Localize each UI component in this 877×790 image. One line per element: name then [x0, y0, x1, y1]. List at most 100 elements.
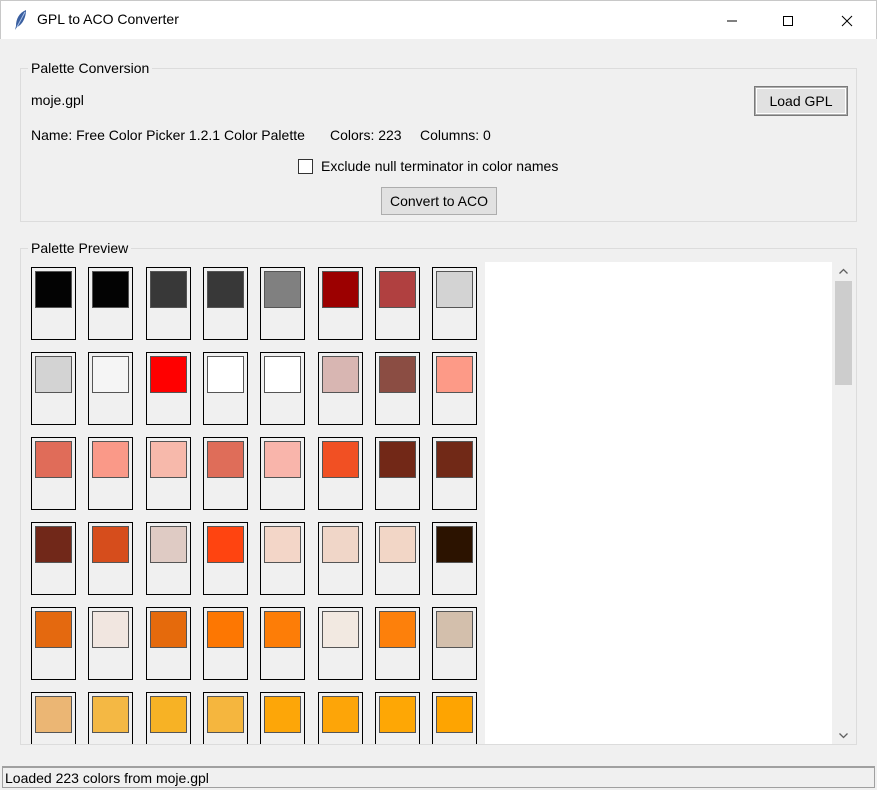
color-swatch — [378, 611, 416, 648]
color-swatch-cell[interactable] — [432, 692, 478, 744]
color-swatch-cell[interactable] — [145, 267, 191, 340]
status-bar: Loaded 223 colors from moje.gpl — [2, 766, 875, 788]
color-swatch — [35, 526, 72, 563]
color-swatch-cell[interactable] — [145, 607, 191, 680]
color-swatch — [436, 611, 474, 648]
color-swatch — [149, 271, 187, 308]
close-button[interactable] — [824, 1, 870, 40]
color-swatch-cell[interactable] — [432, 437, 478, 510]
color-swatch-cell[interactable] — [88, 352, 134, 425]
color-swatch-cell[interactable] — [31, 522, 76, 595]
scroll-down-button[interactable] — [835, 727, 852, 744]
color-swatch — [378, 356, 416, 393]
color-swatch — [206, 611, 244, 648]
color-swatch — [264, 526, 302, 563]
color-swatch-cell[interactable] — [202, 437, 248, 510]
color-swatch-cell[interactable] — [317, 352, 363, 425]
color-swatch-cell[interactable] — [260, 352, 306, 425]
color-swatch-cell[interactable] — [432, 352, 478, 425]
color-swatch-cell[interactable] — [88, 607, 134, 680]
color-swatch — [92, 356, 130, 393]
color-swatch-cell[interactable] — [31, 692, 76, 744]
maximize-button[interactable] — [765, 1, 811, 40]
color-swatch — [92, 441, 130, 478]
color-swatch-cell[interactable] — [260, 692, 306, 744]
color-swatch-cell[interactable] — [145, 522, 191, 595]
exclude-null-checkbox-row[interactable]: Exclude null terminator in color names — [298, 158, 558, 174]
color-swatch — [92, 696, 130, 733]
color-swatch-cell[interactable] — [202, 692, 248, 744]
color-swatch — [378, 441, 416, 478]
color-swatch-cell[interactable] — [202, 267, 248, 340]
color-swatch-cell[interactable] — [260, 267, 306, 340]
color-swatch — [35, 356, 72, 393]
color-swatch-cell[interactable] — [31, 352, 76, 425]
preview-scrollbar[interactable] — [835, 262, 852, 744]
color-swatch-cell[interactable] — [88, 267, 134, 340]
color-swatch — [264, 611, 302, 648]
color-swatch-cell[interactable] — [202, 352, 248, 425]
palette-preview-label: Palette Preview — [28, 240, 132, 257]
color-swatch-cell[interactable] — [88, 692, 134, 744]
color-swatch — [149, 696, 187, 733]
color-swatch — [92, 611, 130, 648]
color-swatch-cell[interactable] — [31, 267, 76, 340]
color-swatch-cell[interactable] — [260, 437, 306, 510]
color-swatch-cell[interactable] — [88, 522, 134, 595]
color-swatch-cell[interactable] — [260, 522, 306, 595]
color-swatch — [436, 271, 474, 308]
color-swatch-cell[interactable] — [31, 607, 76, 680]
color-swatch-cell[interactable] — [317, 692, 363, 744]
color-swatch-cell[interactable] — [317, 437, 363, 510]
color-swatch — [378, 526, 416, 563]
chevron-up-icon — [839, 268, 848, 274]
color-swatch-cell[interactable] — [317, 607, 363, 680]
color-swatch-cell[interactable] — [432, 522, 478, 595]
color-swatch — [436, 526, 474, 563]
color-swatch-cell[interactable] — [432, 607, 478, 680]
color-swatch — [264, 696, 302, 733]
color-swatch-cell[interactable] — [31, 437, 76, 510]
color-swatch-cell[interactable] — [374, 352, 420, 425]
color-swatch-cell[interactable] — [374, 522, 420, 595]
preview-empty-area — [485, 262, 832, 744]
close-icon — [841, 15, 853, 26]
color-swatch-cell[interactable] — [317, 522, 363, 595]
scroll-up-button[interactable] — [835, 262, 852, 279]
color-swatch-cell[interactable] — [145, 352, 191, 425]
columns-info: Columns: 0 — [420, 127, 491, 143]
maximize-icon — [783, 15, 793, 26]
color-swatch — [35, 271, 72, 308]
color-swatch-cell[interactable] — [317, 267, 363, 340]
palette-preview-canvas — [27, 262, 832, 744]
color-swatch — [436, 356, 474, 393]
color-swatch-cell[interactable] — [260, 607, 306, 680]
title-bar: GPL to ACO Converter — [0, 0, 877, 39]
window-title: GPL to ACO Converter — [37, 11, 179, 27]
color-swatch-cell[interactable] — [432, 267, 478, 340]
color-swatch-cell[interactable] — [202, 522, 248, 595]
exclude-null-checkbox[interactable] — [298, 158, 313, 174]
color-swatch-cell[interactable] — [374, 692, 420, 744]
exclude-null-label: Exclude null terminator in color names — [321, 158, 559, 174]
color-swatch — [35, 696, 72, 733]
color-swatch-cell[interactable] — [145, 692, 191, 744]
color-swatch — [35, 611, 72, 648]
load-gpl-button[interactable]: Load GPL — [755, 87, 847, 115]
color-swatch — [149, 611, 187, 648]
color-swatch-cell[interactable] — [145, 437, 191, 510]
color-swatch-cell[interactable] — [374, 607, 420, 680]
scrollbar-thumb[interactable] — [835, 281, 852, 385]
palette-conversion-label: Palette Conversion — [28, 60, 153, 77]
color-swatch — [92, 271, 130, 308]
color-swatch — [321, 611, 359, 648]
color-swatch-cell[interactable] — [202, 607, 248, 680]
color-swatch-cell[interactable] — [88, 437, 134, 510]
convert-to-aco-button[interactable]: Convert to ACO — [381, 187, 497, 215]
color-swatch-cell[interactable] — [374, 267, 420, 340]
color-swatch — [92, 526, 130, 563]
color-swatch — [264, 271, 302, 308]
minimize-button[interactable] — [709, 1, 755, 40]
color-swatch — [321, 526, 359, 563]
color-swatch-cell[interactable] — [374, 437, 420, 510]
